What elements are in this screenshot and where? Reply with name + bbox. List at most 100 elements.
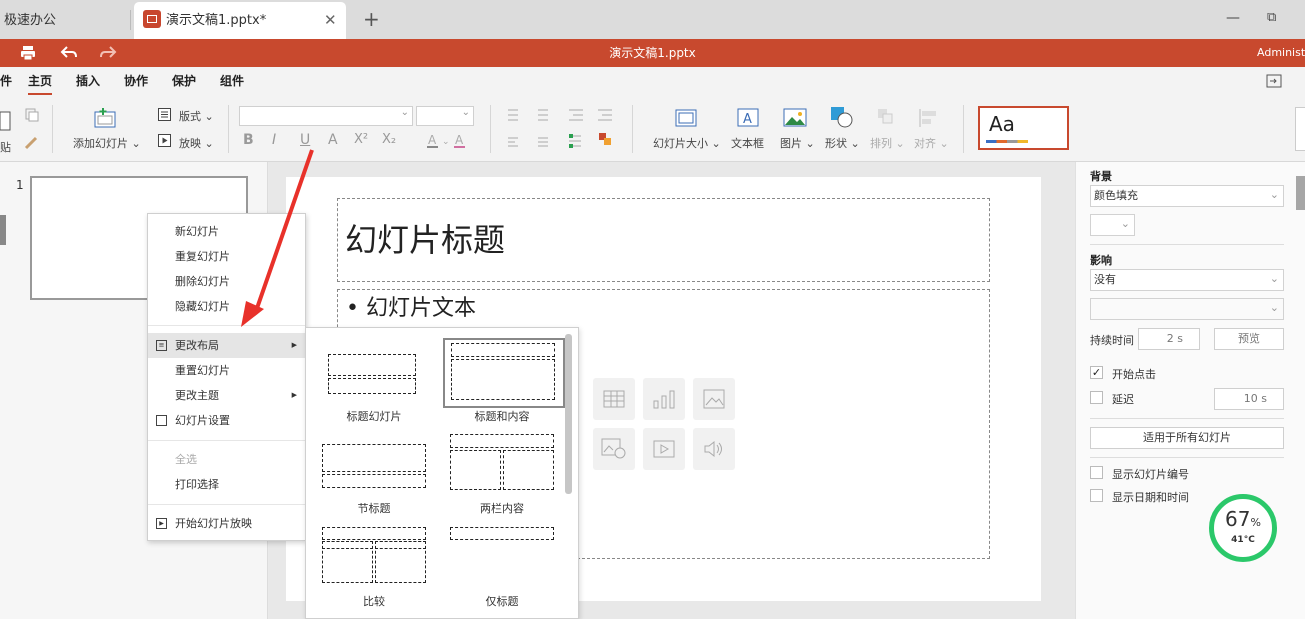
minimize-button[interactable]: — <box>1226 10 1240 26</box>
shape-icon[interactable] <box>830 106 854 128</box>
textbox-button[interactable]: 文本框 <box>731 135 764 151</box>
on-click-label: 开始点击 <box>1112 368 1156 381</box>
apply-all-button[interactable]: 适用于所有幻灯片 <box>1090 427 1284 449</box>
title-placeholder[interactable]: 幻灯片标题 <box>337 198 990 282</box>
svg-text:⌄: ⌄ <box>442 137 450 147</box>
close-tab-icon[interactable]: ✕ <box>324 2 337 39</box>
submenu-arrow-icon: ▶ <box>291 341 297 349</box>
insert-image-icon[interactable] <box>693 378 735 420</box>
fill-type-select[interactable]: 颜色填充 <box>1090 185 1284 207</box>
body-placeholder-text: • 幻灯片文本 <box>346 296 476 321</box>
document-title: 演示文稿1.pptx <box>609 46 696 60</box>
delay-input[interactable]: 10 s <box>1214 388 1284 410</box>
redo-icon[interactable] <box>99 45 117 61</box>
layout-icon[interactable] <box>158 108 171 121</box>
strikethrough-button[interactable]: A <box>328 132 338 148</box>
open-location-icon[interactable] <box>1266 74 1282 88</box>
picture-icon[interactable] <box>783 108 807 127</box>
menu-delete-slide[interactable]: 删除幻灯片 <box>148 269 305 294</box>
textbox-icon[interactable]: A <box>737 108 759 127</box>
user-name[interactable]: Administra <box>1257 39 1305 67</box>
insert-chart-icon[interactable] <box>643 378 685 420</box>
format-painter-icon[interactable] <box>24 136 38 150</box>
align-button[interactable]: 对齐 ⌄ <box>914 135 949 151</box>
theme-color-bar <box>986 140 1028 143</box>
transition-option-select[interactable] <box>1090 298 1284 320</box>
new-tab-button[interactable]: + <box>363 2 380 37</box>
subscript-button[interactable]: X₂ <box>382 132 396 147</box>
ribbon-separator <box>490 105 491 153</box>
menu-reset-slide[interactable]: 重置幻灯片 <box>148 358 305 383</box>
insert-audio-icon[interactable] <box>693 428 735 470</box>
on-click-checkbox[interactable]: ✓ <box>1090 366 1103 379</box>
copy-icon[interactable] <box>25 108 39 122</box>
paste-icon[interactable] <box>0 109 12 131</box>
slideshow-button[interactable]: 放映 ⌄ <box>179 135 214 151</box>
arrange-button[interactable]: 排列 ⌄ <box>870 135 905 151</box>
superscript-button[interactable]: X² <box>354 132 368 147</box>
arrange-icon[interactable] <box>877 108 895 128</box>
underline-button[interactable]: U <box>300 132 310 148</box>
duration-input[interactable]: 2 s <box>1138 328 1200 350</box>
align-icon[interactable] <box>918 108 940 128</box>
picture-button[interactable]: 图片 ⌄ <box>780 135 815 151</box>
menu-plugins[interactable]: 组件 <box>220 67 244 95</box>
menu-file[interactable]: 件 <box>0 67 12 95</box>
menu-slide-settings[interactable]: 幻灯片设置 <box>148 408 305 433</box>
menu-new-slide[interactable]: 新幻灯片 <box>148 219 305 244</box>
tab-document[interactable]: 演示文稿1.pptx* ✕ <box>134 2 346 39</box>
insert-table-icon[interactable] <box>593 378 635 420</box>
tab-home[interactable]: 极速办公 <box>0 2 130 39</box>
delay-checkbox[interactable] <box>1090 391 1103 404</box>
divider <box>1090 244 1284 245</box>
performance-gauge[interactable]: 67% 41°C <box>1209 494 1277 562</box>
left-panel-scrollbar[interactable] <box>0 215 6 245</box>
layout-label: 标题幻灯片 <box>346 410 402 423</box>
undo-icon[interactable] <box>60 45 78 61</box>
menu-insert[interactable]: 插入 <box>76 67 100 95</box>
gauge-value: 67% <box>1225 507 1261 531</box>
menu-protect[interactable]: 保护 <box>172 67 196 95</box>
add-slide-icon[interactable] <box>94 108 116 128</box>
paragraph-tools[interactable] <box>505 106 617 152</box>
transition-select[interactable]: 没有 <box>1090 269 1284 291</box>
shape-button[interactable]: 形状 ⌄ <box>825 135 860 151</box>
menu-collaborate[interactable]: 协作 <box>124 67 148 95</box>
font-size-select[interactable] <box>416 106 474 126</box>
bold-button[interactable]: B <box>243 132 254 148</box>
print-icon[interactable] <box>20 45 36 61</box>
preview-button[interactable]: 预览 <box>1214 328 1284 350</box>
font-color-icon[interactable]: A ⌄ A <box>426 133 466 149</box>
layout-label: 仅标题 <box>485 595 519 608</box>
menu-hide-slide[interactable]: 隐藏幻灯片 <box>148 294 305 319</box>
show-datetime-checkbox[interactable] <box>1090 489 1103 502</box>
layout-button[interactable]: 版式 ⌄ <box>179 108 214 124</box>
add-slide-button[interactable]: 添加幻灯片 ⌄ <box>73 135 141 151</box>
theme-gallery-expand[interactable] <box>1295 107 1305 151</box>
submenu-scrollbar[interactable] <box>565 334 572 494</box>
right-panel-scrollbar[interactable] <box>1296 176 1305 210</box>
insert-online-image-icon[interactable] <box>593 428 635 470</box>
ribbon-separator <box>632 105 633 153</box>
show-number-checkbox[interactable] <box>1090 466 1103 479</box>
menu-change-layout[interactable]: ≡ 更改布局 ▶ <box>148 333 305 358</box>
theme-preview[interactable]: Aa <box>978 106 1069 150</box>
menu-print-selection[interactable]: 打印选择 <box>148 472 305 497</box>
font-name-select[interactable] <box>239 106 413 126</box>
presentation-icon <box>143 10 161 28</box>
menu-duplicate-slide[interactable]: 重复幻灯片 <box>148 244 305 269</box>
slideshow-icon[interactable] <box>158 134 171 147</box>
slide-context-menu: 新幻灯片 重复幻灯片 删除幻灯片 隐藏幻灯片 ≡ 更改布局 ▶ 重置幻灯片 更改… <box>147 213 306 541</box>
duration-label: 持续时间 <box>1090 334 1134 347</box>
menu-start-slideshow[interactable]: ▶ 开始幻灯片放映 <box>148 511 305 536</box>
maximize-button[interactable]: ⧉ <box>1267 10 1276 25</box>
menu-change-theme[interactable]: 更改主题 ▶ <box>148 383 305 408</box>
fill-color-picker[interactable] <box>1090 214 1135 236</box>
slide-size-icon[interactable] <box>675 109 697 127</box>
italic-button[interactable]: I <box>272 132 276 148</box>
slide-size-button[interactable]: 幻灯片大小 ⌄ <box>653 135 721 151</box>
insert-video-icon[interactable] <box>643 428 685 470</box>
menu-select-all[interactable]: 全选 <box>148 447 305 472</box>
submenu-arrow-icon: ▶ <box>291 391 297 399</box>
menu-home[interactable]: 主页 <box>28 67 52 95</box>
